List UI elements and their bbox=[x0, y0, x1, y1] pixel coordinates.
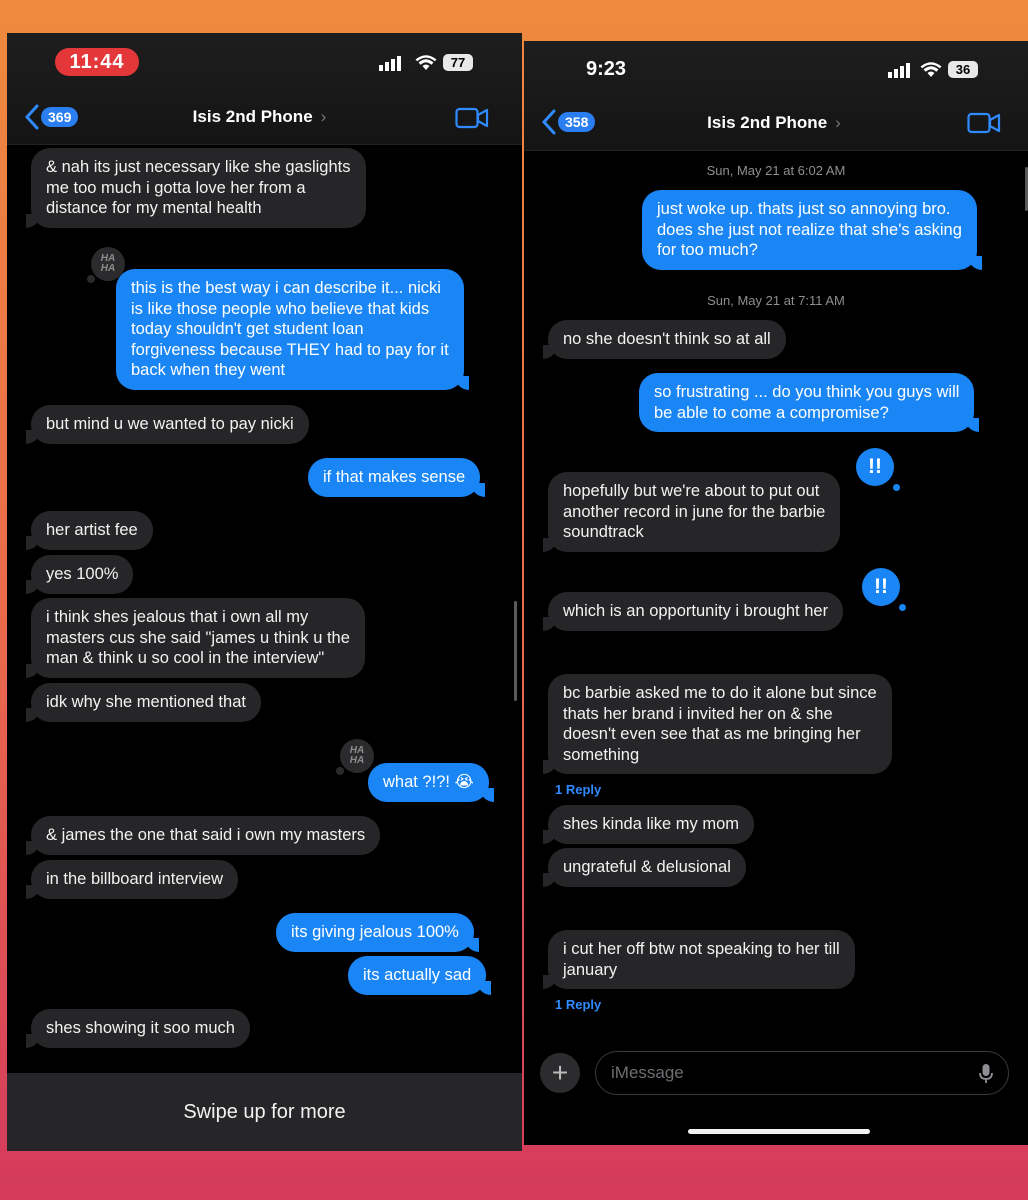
message-bubble-incoming[interactable]: idk why she mentioned that bbox=[26, 683, 261, 722]
wifi-icon bbox=[415, 54, 437, 70]
message-bubble-incoming[interactable]: & james the one that said i own my maste… bbox=[25, 816, 381, 855]
facetime-video-icon[interactable] bbox=[455, 107, 489, 129]
scrollbar[interactable] bbox=[514, 601, 517, 701]
message-bubble-incoming[interactable]: shes showing it soo much bbox=[26, 1009, 250, 1048]
message-bubble-outgoing[interactable]: what ?!?! 😭 bbox=[368, 763, 494, 802]
status-icons: 77 bbox=[379, 54, 473, 71]
home-indicator[interactable] bbox=[688, 1129, 870, 1134]
message-bubble-incoming[interactable]: & nah its just necessary like she gaslig… bbox=[26, 148, 366, 228]
left-screenshot: 11:44 77 369 Isis 2nd Phone › & nah its j… bbox=[7, 33, 522, 1151]
haha-tapback-icon: HA HA bbox=[336, 739, 374, 775]
message-bubble-outgoing[interactable]: its actually sad bbox=[348, 956, 492, 995]
message-bubble-incoming[interactable]: hopefully but we're about to put out ano… bbox=[542, 472, 841, 552]
message-bubble-incoming[interactable]: shes kinda like my mom bbox=[542, 805, 755, 844]
message-bubble-incoming[interactable]: i cut her off btw not speaking to her ti… bbox=[543, 930, 855, 989]
facetime-video-icon[interactable] bbox=[967, 112, 1001, 134]
right-screenshot: 9:23 36 358 Isis 2nd Phone › Sun, May 21 … bbox=[524, 41, 1028, 1145]
swipe-up-banner[interactable]: Swipe up for more bbox=[7, 1073, 522, 1151]
message-bubble-incoming[interactable]: but mind u we wanted to pay nicki bbox=[26, 405, 309, 444]
contact-title[interactable]: Isis 2nd Phone › bbox=[7, 107, 522, 127]
message-bubble-incoming[interactable]: yes 100% bbox=[25, 555, 134, 594]
microphone-icon[interactable] bbox=[978, 1063, 994, 1085]
timestamp: Sun, May 21 at 7:11 AM bbox=[707, 293, 845, 308]
contact-title[interactable]: Isis 2nd Phone › bbox=[524, 113, 1028, 133]
message-bubble-outgoing[interactable]: its giving jealous 100% bbox=[276, 913, 479, 952]
message-bubble-outgoing[interactable]: if that makes sense bbox=[308, 458, 486, 497]
chevron-right-icon: › bbox=[320, 107, 327, 126]
status-time: 11:44 bbox=[55, 48, 139, 76]
input-placeholder: iMessage bbox=[611, 1063, 684, 1082]
exclamation-tapback-icon: !! bbox=[862, 568, 906, 611]
signal-icon bbox=[888, 62, 910, 78]
reply-thread-link[interactable]: 1 Reply bbox=[555, 782, 601, 797]
signal-icon bbox=[379, 55, 401, 71]
apps-plus-button[interactable]: + bbox=[540, 1053, 580, 1093]
timestamp: Sun, May 21 at 6:02 AM bbox=[706, 163, 846, 178]
status-time: 9:23 bbox=[586, 58, 627, 80]
chevron-right-icon: › bbox=[835, 113, 841, 132]
message-bubble-incoming[interactable]: no she doesn't think so at all bbox=[543, 320, 786, 359]
message-bubble-outgoing[interactable]: so frustrating ... do you think you guys… bbox=[639, 373, 980, 432]
message-bubble-incoming[interactable]: her artist fee bbox=[26, 511, 153, 550]
message-bubble-outgoing[interactable]: just woke up. thats just so annoying bro… bbox=[642, 190, 982, 270]
contact-name: Isis 2nd Phone bbox=[192, 107, 313, 126]
message-bubble-incoming[interactable]: bc barbie asked me to do it alone but si… bbox=[543, 674, 892, 774]
exclamation-tapback-icon: !! bbox=[856, 448, 900, 491]
contact-name: Isis 2nd Phone bbox=[707, 113, 828, 132]
message-bubble-incoming[interactable]: ungrateful & delusional bbox=[543, 848, 746, 887]
message-bubble-incoming[interactable]: i think shes jealous that i own all my m… bbox=[26, 598, 365, 678]
swipe-up-label: Swipe up for more bbox=[183, 1100, 346, 1123]
imessage-input[interactable]: iMessage bbox=[595, 1051, 1009, 1095]
message-bubble-incoming[interactable]: which is an opportunity i brought her bbox=[542, 592, 844, 631]
message-bubble-incoming[interactable]: in the billboard interview bbox=[25, 860, 239, 899]
battery-indicator: 36 bbox=[948, 61, 978, 78]
battery-indicator: 77 bbox=[443, 54, 473, 71]
wifi-icon bbox=[920, 61, 942, 77]
reply-thread-link[interactable]: 1 Reply bbox=[555, 997, 601, 1012]
status-icons: 36 bbox=[888, 61, 978, 78]
message-bubble-outgoing[interactable]: this is the best way i can describe it..… bbox=[116, 269, 469, 390]
